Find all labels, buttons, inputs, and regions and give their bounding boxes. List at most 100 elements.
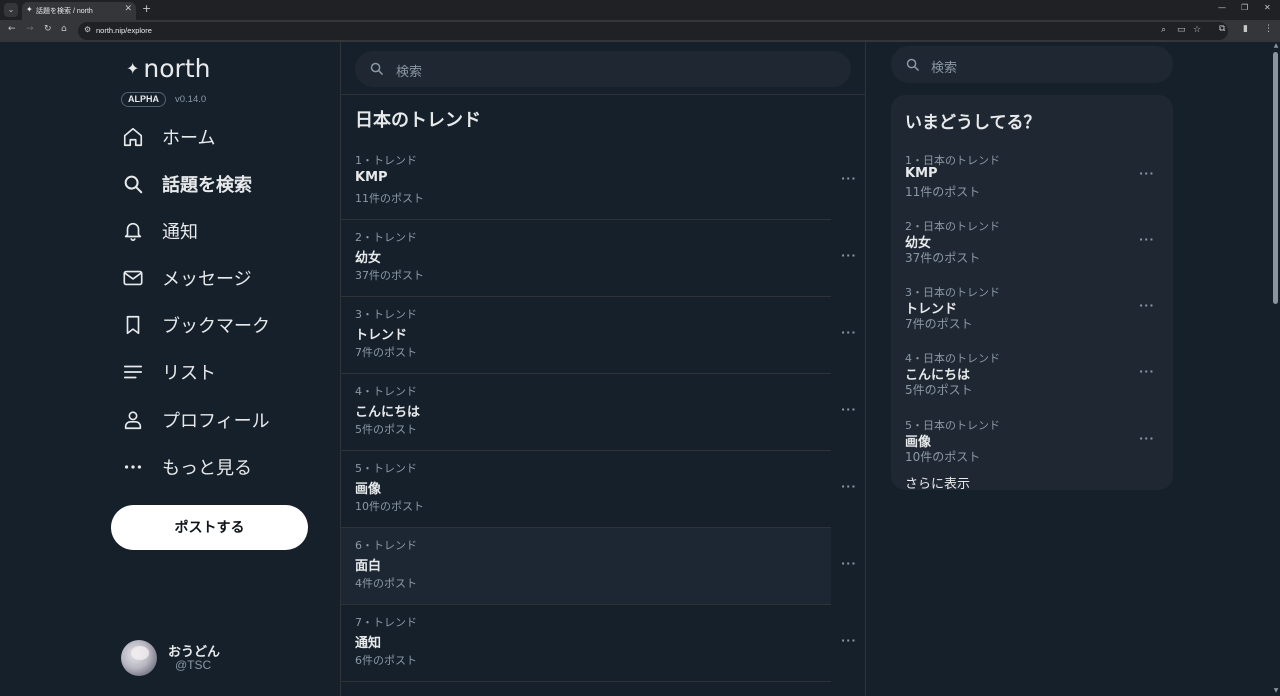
- zoom-icon[interactable]: ⌕: [1161, 25, 1166, 35]
- favicon-icon: ✦: [26, 5, 33, 14]
- browser-tab-bar: ⌄ ✦ 話題を検索 / north ✕ + — ❐ ✕: [0, 0, 1280, 20]
- trend-item[interactable]: 6・トレンド 面白 4件のポスト: [341, 528, 831, 605]
- nav-item-home[interactable]: ホーム: [122, 122, 215, 152]
- more-options-icon[interactable]: ···: [841, 480, 857, 493]
- cast-icon[interactable]: ▭: [1177, 25, 1186, 35]
- url-text: north.nip/explore: [96, 26, 152, 35]
- bell-icon: [122, 220, 144, 242]
- more-options-icon[interactable]: ···: [1139, 233, 1155, 246]
- scroll-up-icon[interactable]: ▲: [1272, 42, 1280, 50]
- trend-post-count: 5件のポスト: [905, 383, 973, 397]
- trend-item[interactable]: 5・日本のトレンド 画像 10件のポスト: [891, 417, 1173, 477]
- scroll-thumb[interactable]: [1273, 52, 1278, 304]
- trend-name: 面白: [355, 559, 382, 574]
- scroll-down-icon[interactable]: ▼: [1272, 687, 1280, 695]
- trend-item[interactable]: 2・日本のトレンド 幼女 37件のポスト: [891, 218, 1173, 278]
- nav-item-bookmarks[interactable]: ブックマーク: [122, 310, 270, 340]
- trend-rank: 7・トレンド: [355, 616, 417, 629]
- list-icon: [122, 361, 144, 383]
- trend-post-count: 7件のポスト: [355, 346, 417, 359]
- browser-menu-icon[interactable]: ⋮: [1264, 24, 1273, 34]
- site-info-icon[interactable]: ⚙: [84, 25, 91, 34]
- nav-label: メッセージ: [162, 269, 252, 290]
- nav-item-more[interactable]: もっと見る: [122, 452, 252, 482]
- trend-rank: 2・トレンド: [355, 231, 417, 244]
- trend-post-count: 10件のポスト: [905, 450, 981, 464]
- person-icon: [122, 409, 144, 431]
- trend-item[interactable]: 4・日本のトレンド こんにちは 5件のポスト: [891, 350, 1173, 410]
- browser-tab[interactable]: ✦ 話題を検索 / north ✕: [22, 2, 136, 20]
- tab-search-button[interactable]: ⌄: [4, 3, 18, 17]
- trend-item[interactable]: 5・トレンド 画像 10件のポスト: [341, 451, 831, 528]
- nav-label: プロフィール: [162, 411, 270, 432]
- maximize-button[interactable]: ❐: [1241, 3, 1248, 12]
- trend-post-count: 5件のポスト: [355, 423, 417, 436]
- trend-item[interactable]: 3・トレンド トレンド 7件のポスト: [341, 297, 831, 374]
- tab-close-button[interactable]: ✕: [124, 4, 132, 14]
- whats-happening-panel: いまどうしてる？ 1・日本のトレンド KMP 11件のポスト 2・日本のトレンド…: [891, 95, 1173, 490]
- search-input[interactable]: 検索: [891, 46, 1173, 83]
- more-options-icon[interactable]: ···: [1139, 432, 1155, 445]
- post-button[interactable]: ポストする: [111, 505, 308, 550]
- show-more-link[interactable]: さらに表示: [905, 473, 970, 490]
- nav-item-notifications[interactable]: 通知: [122, 216, 198, 246]
- search-placeholder: 検索: [396, 65, 423, 80]
- close-window-button[interactable]: ✕: [1264, 3, 1271, 12]
- reload-icon[interactable]: ↻: [44, 24, 52, 34]
- nav-item-lists[interactable]: リスト: [122, 357, 216, 387]
- trend-item[interactable]: 4・トレンド こんにちは 5件のポスト: [341, 374, 831, 451]
- nav-label: ブックマーク: [162, 316, 270, 337]
- logo[interactable]: ✦ north: [126, 54, 210, 83]
- account-switcher[interactable]: おうどん @TSC: [121, 638, 321, 678]
- new-tab-button[interactable]: +: [142, 2, 151, 15]
- nav-item-profile[interactable]: プロフィール: [122, 405, 270, 435]
- forward-icon[interactable]: →: [26, 24, 34, 34]
- bookmark-icon: [122, 314, 144, 336]
- address-bar[interactable]: ⚙ north.nip/explore ⌕ ▭ ☆: [78, 22, 1228, 40]
- more-options-icon[interactable]: ···: [841, 172, 857, 185]
- trend-post-count: 37件のポスト: [355, 269, 424, 282]
- nav-label: リスト: [162, 363, 216, 384]
- trend-item[interactable]: 1・トレンド KMP 11件のポスト: [341, 143, 831, 220]
- trend-name: 画像: [355, 482, 382, 497]
- profile-icon[interactable]: ▮: [1243, 24, 1248, 34]
- bookmark-star-icon[interactable]: ☆: [1193, 25, 1201, 35]
- search-input[interactable]: 検索: [355, 51, 851, 87]
- page-scrollbar[interactable]: ▲ ▼: [1272, 42, 1280, 696]
- home-browser-icon[interactable]: ⌂: [61, 24, 67, 34]
- more-options-icon[interactable]: ···: [841, 557, 857, 570]
- trend-item[interactable]: 3・日本のトレンド トレンド 7件のポスト: [891, 284, 1173, 344]
- nav-item-messages[interactable]: メッセージ: [122, 263, 252, 293]
- trend-name: 通知: [355, 636, 382, 651]
- avatar: [121, 640, 157, 676]
- right-sidebar: 検索 いまどうしてる？ 1・日本のトレンド KMP 11件のポスト 2・日本のト…: [866, 42, 1280, 696]
- version-label: v0.14.0: [175, 94, 207, 105]
- trend-rank: 4・トレンド: [355, 385, 417, 398]
- page-title: 日本のトレンド: [355, 110, 481, 131]
- trend-name: 幼女: [355, 251, 382, 266]
- minimize-button[interactable]: —: [1218, 3, 1226, 12]
- browser-toolbar: ← → ↻ ⌂ ⚙ north.nip/explore ⌕ ▭ ☆ ⧉ ▮ ⋮: [0, 20, 1280, 42]
- sparkle-icon: ✦: [126, 59, 140, 78]
- left-sidebar: ✦ north ALPHA v0.14.0 ホーム 話題を検索 通知 メッセージ…: [0, 42, 341, 696]
- trend-item[interactable]: 2・トレンド 幼女 37件のポスト: [341, 220, 831, 297]
- trend-item[interactable]: 7・トレンド 通知 6件のポスト: [341, 605, 831, 682]
- more-options-icon[interactable]: ···: [841, 403, 857, 416]
- more-options-icon[interactable]: ···: [841, 326, 857, 339]
- more-options-icon[interactable]: ···: [841, 634, 857, 647]
- more-options-icon[interactable]: ···: [1139, 299, 1155, 312]
- search-icon: [122, 173, 144, 195]
- nav-label: もっと見る: [162, 458, 252, 479]
- trend-rank: 3・トレンド: [355, 308, 417, 321]
- more-options-icon[interactable]: ···: [841, 249, 857, 262]
- extensions-icon[interactable]: ⧉: [1219, 24, 1225, 34]
- main-column: 検索 日本のトレンド 1・トレンド KMP 11件のポスト 2・トレンド 幼女 …: [341, 42, 866, 696]
- nav-item-explore[interactable]: 話題を検索: [122, 169, 252, 199]
- panel-title: いまどうしてる？: [905, 113, 1041, 133]
- more-options-icon[interactable]: ···: [1139, 365, 1155, 378]
- trend-name: KMP: [355, 170, 388, 185]
- search-placeholder: 検索: [931, 61, 958, 76]
- trend-item[interactable]: 1・日本のトレンド KMP 11件のポスト: [891, 152, 1173, 212]
- more-options-icon[interactable]: ···: [1139, 167, 1155, 180]
- back-icon[interactable]: ←: [8, 24, 16, 34]
